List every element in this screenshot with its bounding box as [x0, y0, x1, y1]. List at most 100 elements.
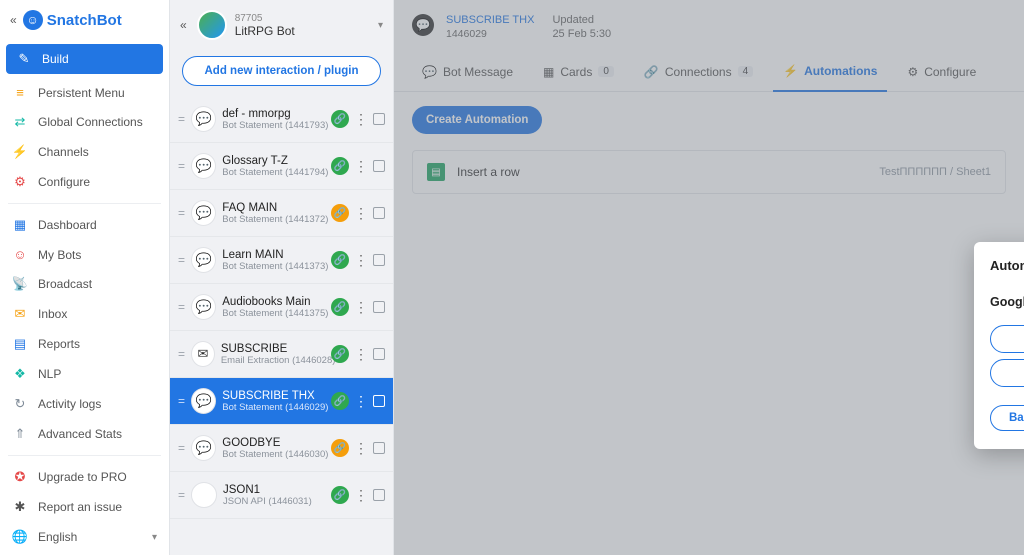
nav-label: Broadcast [38, 277, 92, 291]
english-icon: 🌐 [12, 529, 28, 545]
nav-label: Global Connections [38, 115, 143, 129]
nav-channels[interactable]: ⚡ Channels [0, 137, 169, 167]
collapse-sidebar-icon[interactable]: « [10, 13, 17, 27]
interaction-title: Glossary T-Z [222, 155, 325, 167]
checkbox[interactable] [373, 301, 385, 313]
report-an-issue-icon: ✱ [12, 499, 28, 515]
link-status-icon: 🔗 [331, 157, 349, 175]
interaction-item[interactable]: =💬def - mmorpgBot Statement (1441793)🔗⋮ [170, 96, 393, 143]
sidebar: « ☺ SnatchBot ✎Build ≡Persistent Menu ⇄ Glo… [0, 0, 170, 555]
nav-inbox[interactable]: ✉Inbox [0, 299, 169, 329]
channels-icon: ⚡ [12, 144, 28, 160]
nav-global-connections[interactable]: ⇄ Global Connections [0, 107, 169, 137]
interaction-panel: « 87705 LitRPG Bot ▾ Add new interaction… [170, 0, 394, 555]
interaction-subtitle: Email Extraction (1446028) [221, 355, 325, 366]
nlp-icon: ❖ [12, 366, 28, 382]
drag-handle-icon[interactable]: = [178, 206, 185, 220]
drag-handle-icon[interactable]: = [178, 300, 185, 314]
interaction-item[interactable]: =💬Learn MAINBot Statement (1441373)🔗⋮ [170, 237, 393, 284]
nav-report-an-issue[interactable]: ✱Report an issue [0, 492, 169, 522]
upgrade-to-pro-icon: ✪ [12, 469, 28, 485]
nav-english[interactable]: 🌐 English ▾ [0, 522, 169, 552]
interaction-item[interactable]: =💬GOODBYEBot Statement (1446030)🔗⋮ [170, 425, 393, 472]
kebab-icon[interactable]: ⋮ [354, 206, 368, 220]
nav-configure[interactable]: ⚙Configure [0, 167, 169, 197]
advanced-stats-icon: ⇑ [12, 426, 28, 442]
drag-handle-icon[interactable]: = [178, 112, 185, 126]
inbox-icon: ✉ [12, 306, 28, 322]
chevron-down-icon: ▾ [152, 532, 157, 543]
bot-name: LitRPG Bot [235, 24, 295, 38]
kebab-icon[interactable]: ⋮ [354, 253, 368, 267]
kebab-icon[interactable]: ⋮ [354, 112, 368, 126]
interaction-subtitle: Bot Statement (1446030) [222, 449, 325, 460]
interaction-subtitle: JSON API (1446031) [223, 496, 312, 507]
chevron-down-icon[interactable]: ▾ [378, 20, 383, 31]
nav-upgrade-to-pro[interactable]: ✪Upgrade to PRO [0, 462, 169, 492]
bot-avatar[interactable] [197, 10, 227, 40]
nav-build[interactable]: ✎Build [6, 44, 163, 74]
checkbox[interactable] [373, 113, 385, 125]
checkbox[interactable] [373, 442, 385, 454]
nav-reports[interactable]: ▤ Reports [0, 329, 169, 359]
checkbox[interactable] [373, 395, 385, 407]
interaction-title: Learn MAIN [222, 249, 325, 261]
interaction-item[interactable]: =💬SUBSCRIBE THXBot Statement (1446029)🔗⋮ [170, 378, 393, 425]
my-bots-icon: ☺ [12, 247, 28, 262]
interaction-item[interactable]: =💬Glossary T-ZBot Statement (1441794)🔗⋮ [170, 143, 393, 190]
kebab-icon[interactable]: ⋮ [354, 347, 368, 361]
global-connections-icon: ⇄ [12, 114, 28, 130]
kebab-icon[interactable]: ⋮ [354, 488, 368, 502]
kebab-icon[interactable]: ⋮ [354, 300, 368, 314]
interaction-type-icon: 💬 [191, 294, 216, 320]
interaction-item[interactable]: =💬Audiobooks MainBot Statement (1441375)… [170, 284, 393, 331]
interaction-item[interactable]: =💬FAQ MAINBot Statement (1441372)🔗⋮ [170, 190, 393, 237]
modal-overlay[interactable] [394, 0, 1024, 555]
kebab-icon[interactable]: ⋮ [354, 159, 368, 173]
activity-logs-icon: ↻ [12, 396, 28, 412]
interaction-item[interactable]: =JSON1JSON API (1446031)🔗⋮ [170, 472, 393, 519]
checkbox[interactable] [373, 489, 385, 501]
drag-handle-icon[interactable]: = [178, 253, 185, 267]
kebab-icon[interactable]: ⋮ [354, 441, 368, 455]
interaction-type-icon: 💬 [191, 388, 216, 414]
bot-selector[interactable]: 87705 LitRPG Bot [235, 13, 295, 38]
collapse-midpanel-icon[interactable]: « [180, 18, 187, 32]
checkbox[interactable] [373, 207, 385, 219]
nav-broadcast[interactable]: 📡Broadcast [0, 269, 169, 299]
checkbox[interactable] [373, 254, 385, 266]
drag-handle-icon[interactable]: = [178, 347, 185, 361]
drag-handle-icon[interactable]: = [178, 441, 185, 455]
nav-advanced-stats[interactable]: ⇑ Advanced Stats [0, 419, 169, 449]
option-insert-a-row[interactable]: Insert a row [990, 325, 1024, 353]
drag-handle-icon[interactable]: = [178, 394, 185, 408]
nav-my-bots[interactable]: ☺My Bots [0, 240, 169, 269]
add-interaction-button[interactable]: Add new interaction / plugin [182, 56, 381, 86]
nav-label: English [38, 530, 77, 544]
link-status-icon: 🔗 [331, 439, 349, 457]
drag-handle-icon[interactable]: = [178, 159, 185, 173]
checkbox[interactable] [373, 348, 385, 360]
interaction-type-icon: 💬 [191, 247, 216, 273]
brand-name: SnatchBot [47, 12, 122, 29]
reports-icon: ▤ [12, 336, 28, 352]
drag-handle-icon[interactable]: = [178, 488, 185, 502]
nav-nlp[interactable]: ❖ NLP [0, 359, 169, 389]
nav-label: Reports [38, 337, 80, 351]
checkbox[interactable] [373, 160, 385, 172]
kebab-icon[interactable]: ⋮ [354, 394, 368, 408]
robot-icon: ☺ [23, 10, 43, 30]
link-status-icon: 🔗 [331, 110, 349, 128]
option-get-row-by-value[interactable]: Get row by value [990, 359, 1024, 387]
link-status-icon: 🔗 [331, 298, 349, 316]
back-button[interactable]: Back [990, 405, 1024, 431]
nav-label: Channels [38, 145, 89, 159]
nav-dashboard[interactable]: ▦Dashboard [0, 210, 169, 240]
nav-activity-logs[interactable]: ↻Activity logs [0, 389, 169, 419]
interaction-title: JSON1 [223, 484, 312, 496]
nav-persistent-menu[interactable]: ≡Persistent Menu [0, 78, 169, 107]
nav-label: NLP [38, 367, 61, 381]
nav-label: Advanced Stats [38, 427, 122, 441]
interaction-subtitle: Bot Statement (1441375) [222, 308, 325, 319]
interaction-item[interactable]: =✉SUBSCRIBEEmail Extraction (1446028)🔗⋮ [170, 331, 393, 378]
